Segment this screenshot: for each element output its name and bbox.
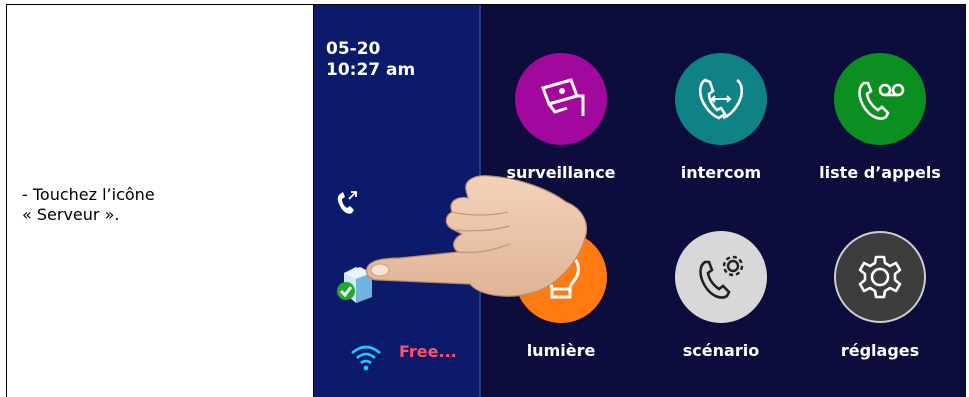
phone-missed-call-icon: [337, 191, 357, 214]
voicemail-phone-icon: [858, 81, 905, 120]
tile-label: liste d’appels: [819, 163, 941, 182]
time: 10:27 am: [326, 60, 416, 80]
wifi-icon: [351, 345, 381, 371]
tile-intercom[interactable]: intercom: [646, 53, 796, 182]
pointing-hand-icon: [365, 175, 587, 297]
wifi-network-label: Free...: [399, 342, 457, 361]
instruction-line-2: « Serveur ».: [22, 205, 120, 224]
tile-scenario-circle[interactable]: [675, 231, 767, 323]
instruction-text: - Touchez l’icône « Serveur ».: [22, 185, 155, 225]
tile-label: réglages: [840, 341, 920, 360]
tile-intercom-circle[interactable]: [675, 53, 767, 145]
tile-scenario[interactable]: scénario: [646, 231, 796, 360]
intercom-icon: [698, 78, 744, 120]
date-time: 05-20 10:27 am: [326, 39, 415, 81]
tile-surveillance[interactable]: surveillance: [486, 53, 636, 182]
phone-settings-icon: [699, 255, 744, 299]
cctv-camera-icon: [541, 78, 585, 116]
instruction-line-1: - Touchez l’icône: [22, 185, 155, 204]
date: 05-20: [326, 39, 381, 59]
tile-liste-appels-circle[interactable]: [834, 53, 926, 145]
tile-label: intercom: [680, 163, 762, 182]
tile-reglages[interactable]: réglages: [805, 231, 955, 360]
tile-label: scénario: [682, 341, 760, 360]
tile-reglages-circle[interactable]: [834, 231, 926, 323]
tile-label: lumière: [526, 341, 596, 360]
gear-icon: [858, 255, 902, 299]
tile-liste-appels[interactable]: liste d’appels: [805, 53, 955, 182]
tile-surveillance-circle[interactable]: [515, 53, 607, 145]
